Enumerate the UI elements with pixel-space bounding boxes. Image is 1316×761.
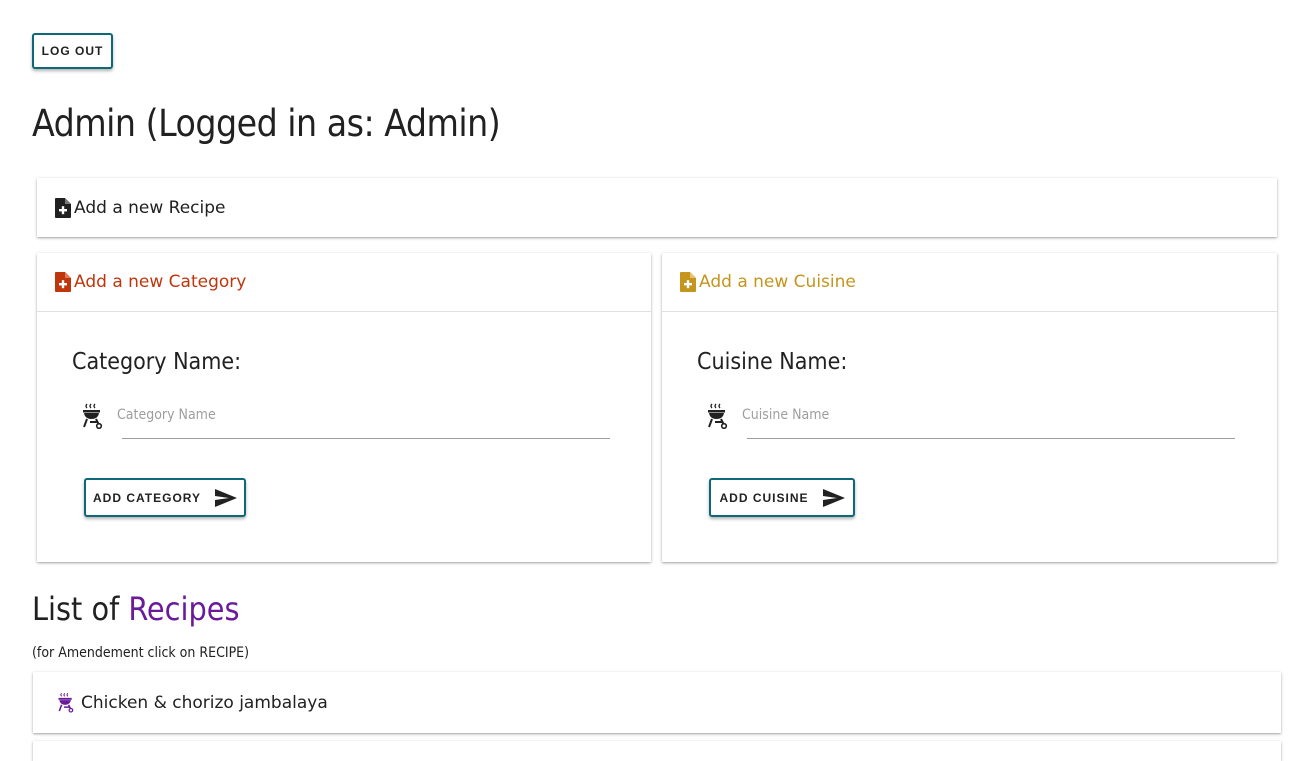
category-panel: Add a new Category Category Name: Catego… [37,253,651,562]
cuisine-panel-divider [662,311,1277,312]
category-name-label: Category Name: [72,349,242,375]
category-name-input[interactable] [122,403,610,439]
cuisine-panel-header[interactable]: Add a new Cuisine [662,253,1277,311]
add-cuisine-button-label: ADD CUISINE [719,490,809,505]
send-icon [215,488,237,507]
file-plus-icon [55,197,71,218]
grill-icon [58,692,74,713]
recipes-list-title-prefix: List of [32,590,120,628]
recipes-list-title-accent: Recipes [128,590,240,628]
cuisine-panel: Add a new Cuisine Cuisine Name: Cuisine … [662,253,1277,562]
recipes-list-title: List of Recipes [32,590,239,628]
category-panel-header[interactable]: Add a new Category [37,253,651,311]
add-category-button-label: ADD CATEGORY [93,490,201,505]
cuisine-name-label: Cuisine Name: [697,349,848,375]
cuisine-panel-title: Add a new Cuisine [699,272,856,292]
add-category-button[interactable]: ADD CATEGORY [84,478,246,517]
list-item-label: Chicken & chorizo jambalaya [81,692,328,713]
recipe-panel-header[interactable]: Add a new Recipe [37,178,1277,237]
send-icon [822,488,845,507]
category-panel-divider [37,311,651,312]
cuisine-name-input[interactable] [747,403,1235,439]
category-panel-title: Add a new Category [74,272,247,292]
add-cuisine-button[interactable]: ADD CUISINE [709,478,855,517]
logout-button[interactable]: LOG OUT [32,33,113,69]
file-plus-icon [55,272,71,292]
page-title: Admin (Logged in as: Admin) [32,102,501,145]
grill-icon [83,403,103,429]
list-item[interactable] [33,741,1281,761]
recipe-panel[interactable]: Add a new Recipe [37,178,1277,237]
file-plus-icon [680,272,696,292]
recipe-panel-title: Add a new Recipe [74,197,226,218]
grill-icon [708,403,728,429]
list-item[interactable]: Chicken & chorizo jambalaya [33,672,1281,733]
recipes-list-hint: (for Amendement click on RECIPE) [32,645,250,661]
